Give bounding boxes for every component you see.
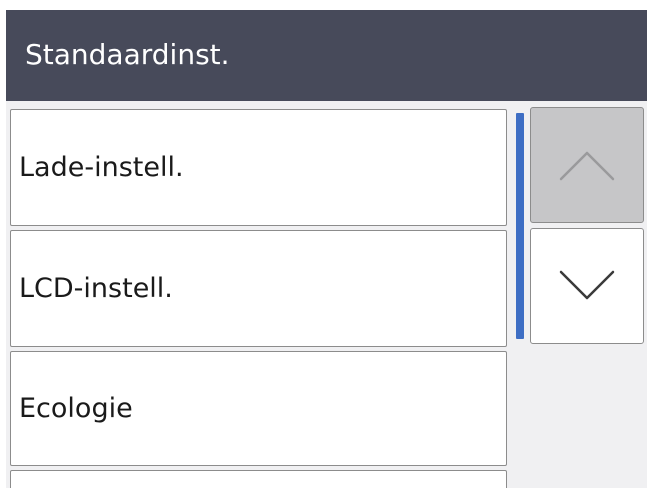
- menu-item-lcd-instell[interactable]: LCD-instell.: [10, 230, 507, 347]
- menu-item-label: LCD-instell.: [19, 273, 173, 304]
- scroll-down-button[interactable]: [530, 228, 644, 344]
- menu-item-label: Ecologie: [19, 393, 133, 424]
- scroll-position-indicator: [516, 113, 524, 339]
- menu-item-lade-instell[interactable]: Lade-instell.: [10, 109, 507, 226]
- page-title: Standaardinst.: [25, 38, 230, 71]
- menu-item-label: Lade-instell.: [19, 152, 184, 183]
- scroll-up-button[interactable]: [530, 107, 644, 223]
- menu-item-ecologie[interactable]: Ecologie: [10, 351, 507, 466]
- menu-item-partial[interactable]: [10, 470, 507, 488]
- chevron-up-icon: [559, 151, 615, 181]
- chevron-down-icon: [559, 270, 615, 300]
- header-bar: Standaardinst.: [6, 10, 647, 101]
- lcd-screen: Standaardinst. Lade-instell. LCD-instell…: [6, 10, 647, 488]
